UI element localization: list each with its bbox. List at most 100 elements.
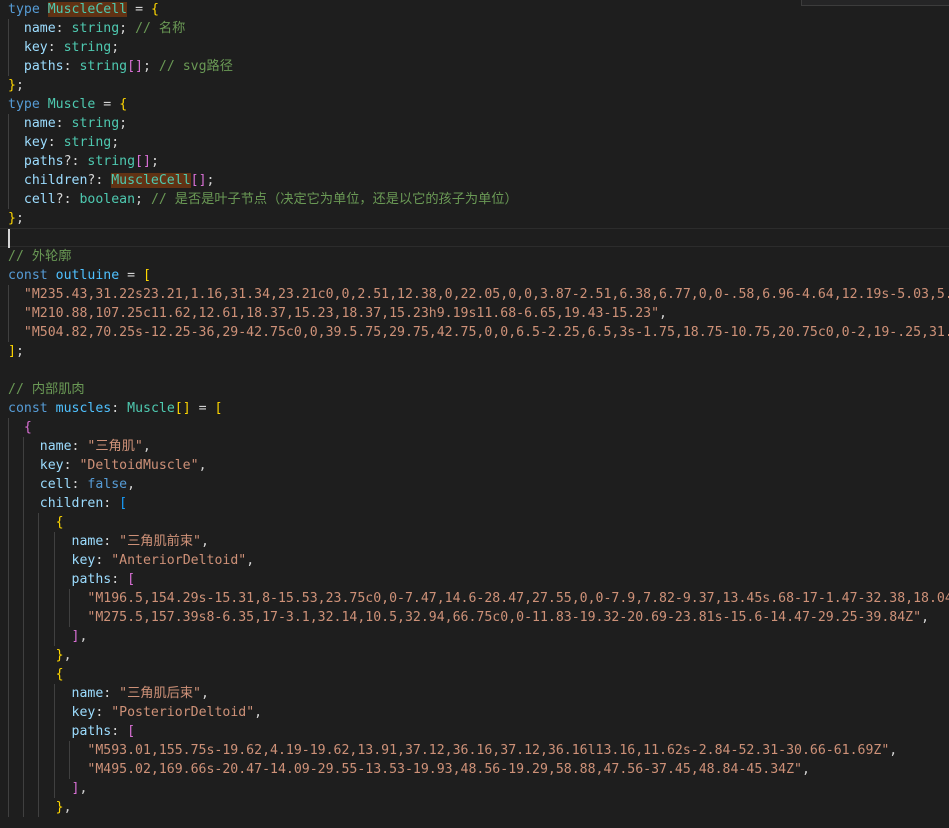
code-line[interactable]: };	[0, 209, 949, 228]
code-line[interactable]: "M210.88,107.25c11.62,12.61,18.37,15.23,…	[0, 304, 949, 323]
code-token: :	[47, 135, 64, 150]
code-token: Muscle	[127, 401, 175, 416]
code-token: string	[87, 154, 136, 169]
code-line[interactable]: key: "DeltoidMuscle",	[0, 456, 949, 475]
code-token: Muscle	[47, 97, 96, 112]
code-token: ;	[206, 173, 215, 188]
indent-guide	[38, 665, 40, 684]
code-token: [	[127, 724, 136, 739]
code-token: cell	[8, 192, 56, 207]
indent-guide	[53, 589, 55, 608]
code-token: [	[143, 268, 151, 283]
code-line[interactable]: },	[0, 798, 949, 817]
indent-guide	[23, 798, 25, 817]
code-line[interactable]: paths: [	[0, 570, 949, 589]
indent-guide	[23, 589, 25, 608]
indent-guide	[38, 513, 40, 532]
code-line[interactable]: children: [	[0, 494, 949, 513]
code-line[interactable]: "M235.43,31.22s23.21,1.16,31.34,23.21c0,…	[0, 285, 949, 304]
code-line[interactable]: children?: MuscleCell[];	[0, 171, 949, 190]
code-token: "M504.82,70.25s-12.25-36,29-42.75c0,0,39…	[8, 325, 949, 340]
indent-guide	[8, 418, 9, 437]
code-line[interactable]: key: string;	[0, 38, 949, 57]
indent-guide	[8, 152, 9, 171]
indent-guide	[53, 722, 55, 741]
code-line[interactable]: key: "AnteriorDeltoid",	[0, 551, 949, 570]
code-line[interactable]: paths: string[]; // svg路径	[0, 57, 949, 76]
code-line[interactable]: };	[0, 76, 949, 95]
indent-guide	[8, 608, 9, 627]
code-line[interactable]: "M196.5,154.29s-15.31,8-15.53,23.75c0,0-…	[0, 589, 949, 608]
indent-guide	[8, 171, 9, 190]
code-line[interactable]: const muscles: Muscle[] = [	[0, 399, 949, 418]
indent-guide	[38, 627, 40, 646]
code-line[interactable]: cell?: boolean; // 是否是叶子节点（决定它为单位，还是以它的孩…	[0, 190, 949, 209]
code-token: "AnteriorDeltoid"	[111, 553, 247, 568]
indent-guide	[68, 741, 70, 760]
code-token: :	[111, 724, 128, 739]
code-line[interactable]: key: string;	[0, 133, 949, 152]
code-token: name	[8, 116, 56, 131]
code-token: string	[79, 59, 128, 74]
code-token: ?:	[55, 192, 80, 207]
code-line[interactable]: name: "三角肌前束",	[0, 532, 949, 551]
indent-guide	[53, 779, 55, 798]
code-line[interactable]: name: string; // 名称	[0, 19, 949, 38]
code-token: // 是否是叶子节点（决定它为单位，还是以它的孩子为单位）	[150, 192, 518, 207]
code-token: "M235.43,31.22s23.21,1.16,31.34,23.21c0,…	[8, 287, 949, 302]
code-line[interactable]: name: "三角肌",	[0, 437, 949, 456]
indent-guide	[38, 779, 40, 798]
indent-guide	[8, 437, 9, 456]
code-line[interactable]: paths?: string[];	[0, 152, 949, 171]
code-line[interactable]: // 内部肌肉	[0, 380, 949, 399]
code-line[interactable]: paths: [	[0, 722, 949, 741]
code-line[interactable]	[0, 361, 949, 380]
code-token: ;	[15, 344, 24, 359]
code-token: :	[95, 705, 112, 720]
indent-guide	[68, 760, 70, 779]
code-line[interactable]: ],	[0, 627, 949, 646]
code-line[interactable]: {	[0, 665, 949, 684]
indent-guide	[53, 532, 55, 551]
code-line[interactable]: ],	[0, 779, 949, 798]
code-line[interactable]: {	[0, 418, 949, 437]
code-token: :	[111, 401, 128, 416]
code-line[interactable]: cell: false,	[0, 475, 949, 494]
indent-guide	[8, 532, 9, 551]
code-token: =	[190, 401, 215, 416]
code-line[interactable]: // 外轮廓	[0, 247, 949, 266]
code-token: string	[71, 21, 120, 36]
code-line[interactable]: "M593.01,155.75s-19.62,4.19-19.62,13.91,…	[0, 741, 949, 760]
code-line[interactable]: {	[0, 513, 949, 532]
code-line[interactable]: type MuscleCell = {	[0, 0, 949, 19]
text-cursor	[8, 229, 10, 248]
indent-guide	[23, 551, 25, 570]
code-line[interactable]: "M275.5,157.39s8-6.35,17-3.1,32.14,10.5,…	[0, 608, 949, 627]
code-editor[interactable]: type MuscleCell = { name: string; // 名称 …	[0, 0, 949, 828]
code-line[interactable]: const outluine = [	[0, 266, 949, 285]
indent-guide	[8, 323, 9, 342]
code-token: MuscleCell	[47, 2, 128, 17]
code-line[interactable]: key: "PosteriorDeltoid",	[0, 703, 949, 722]
indent-guide	[8, 190, 9, 209]
code-line[interactable]: "M495.02,169.66s-20.47-14.09-29.55-13.53…	[0, 760, 949, 779]
code-line[interactable]: },	[0, 646, 949, 665]
indent-guide	[8, 722, 9, 741]
code-line[interactable]: "M504.82,70.25s-12.25-36,29-42.75c0,0,39…	[0, 323, 949, 342]
code-line[interactable]: ];	[0, 342, 949, 361]
code-area[interactable]: type MuscleCell = { name: string; // 名称 …	[0, 0, 949, 817]
indent-guide	[23, 703, 25, 722]
indent-guide	[53, 608, 55, 627]
indent-guide	[23, 684, 25, 703]
code-line[interactable]: name: "三角肌后束",	[0, 684, 949, 703]
code-token: []	[190, 173, 207, 188]
code-token: paths	[8, 59, 64, 74]
code-line[interactable]	[0, 228, 949, 248]
code-token: :	[71, 477, 88, 492]
code-token: :	[55, 21, 72, 36]
code-line[interactable]: type Muscle = {	[0, 95, 949, 114]
indent-guide	[38, 646, 40, 665]
code-line[interactable]: name: string;	[0, 114, 949, 133]
